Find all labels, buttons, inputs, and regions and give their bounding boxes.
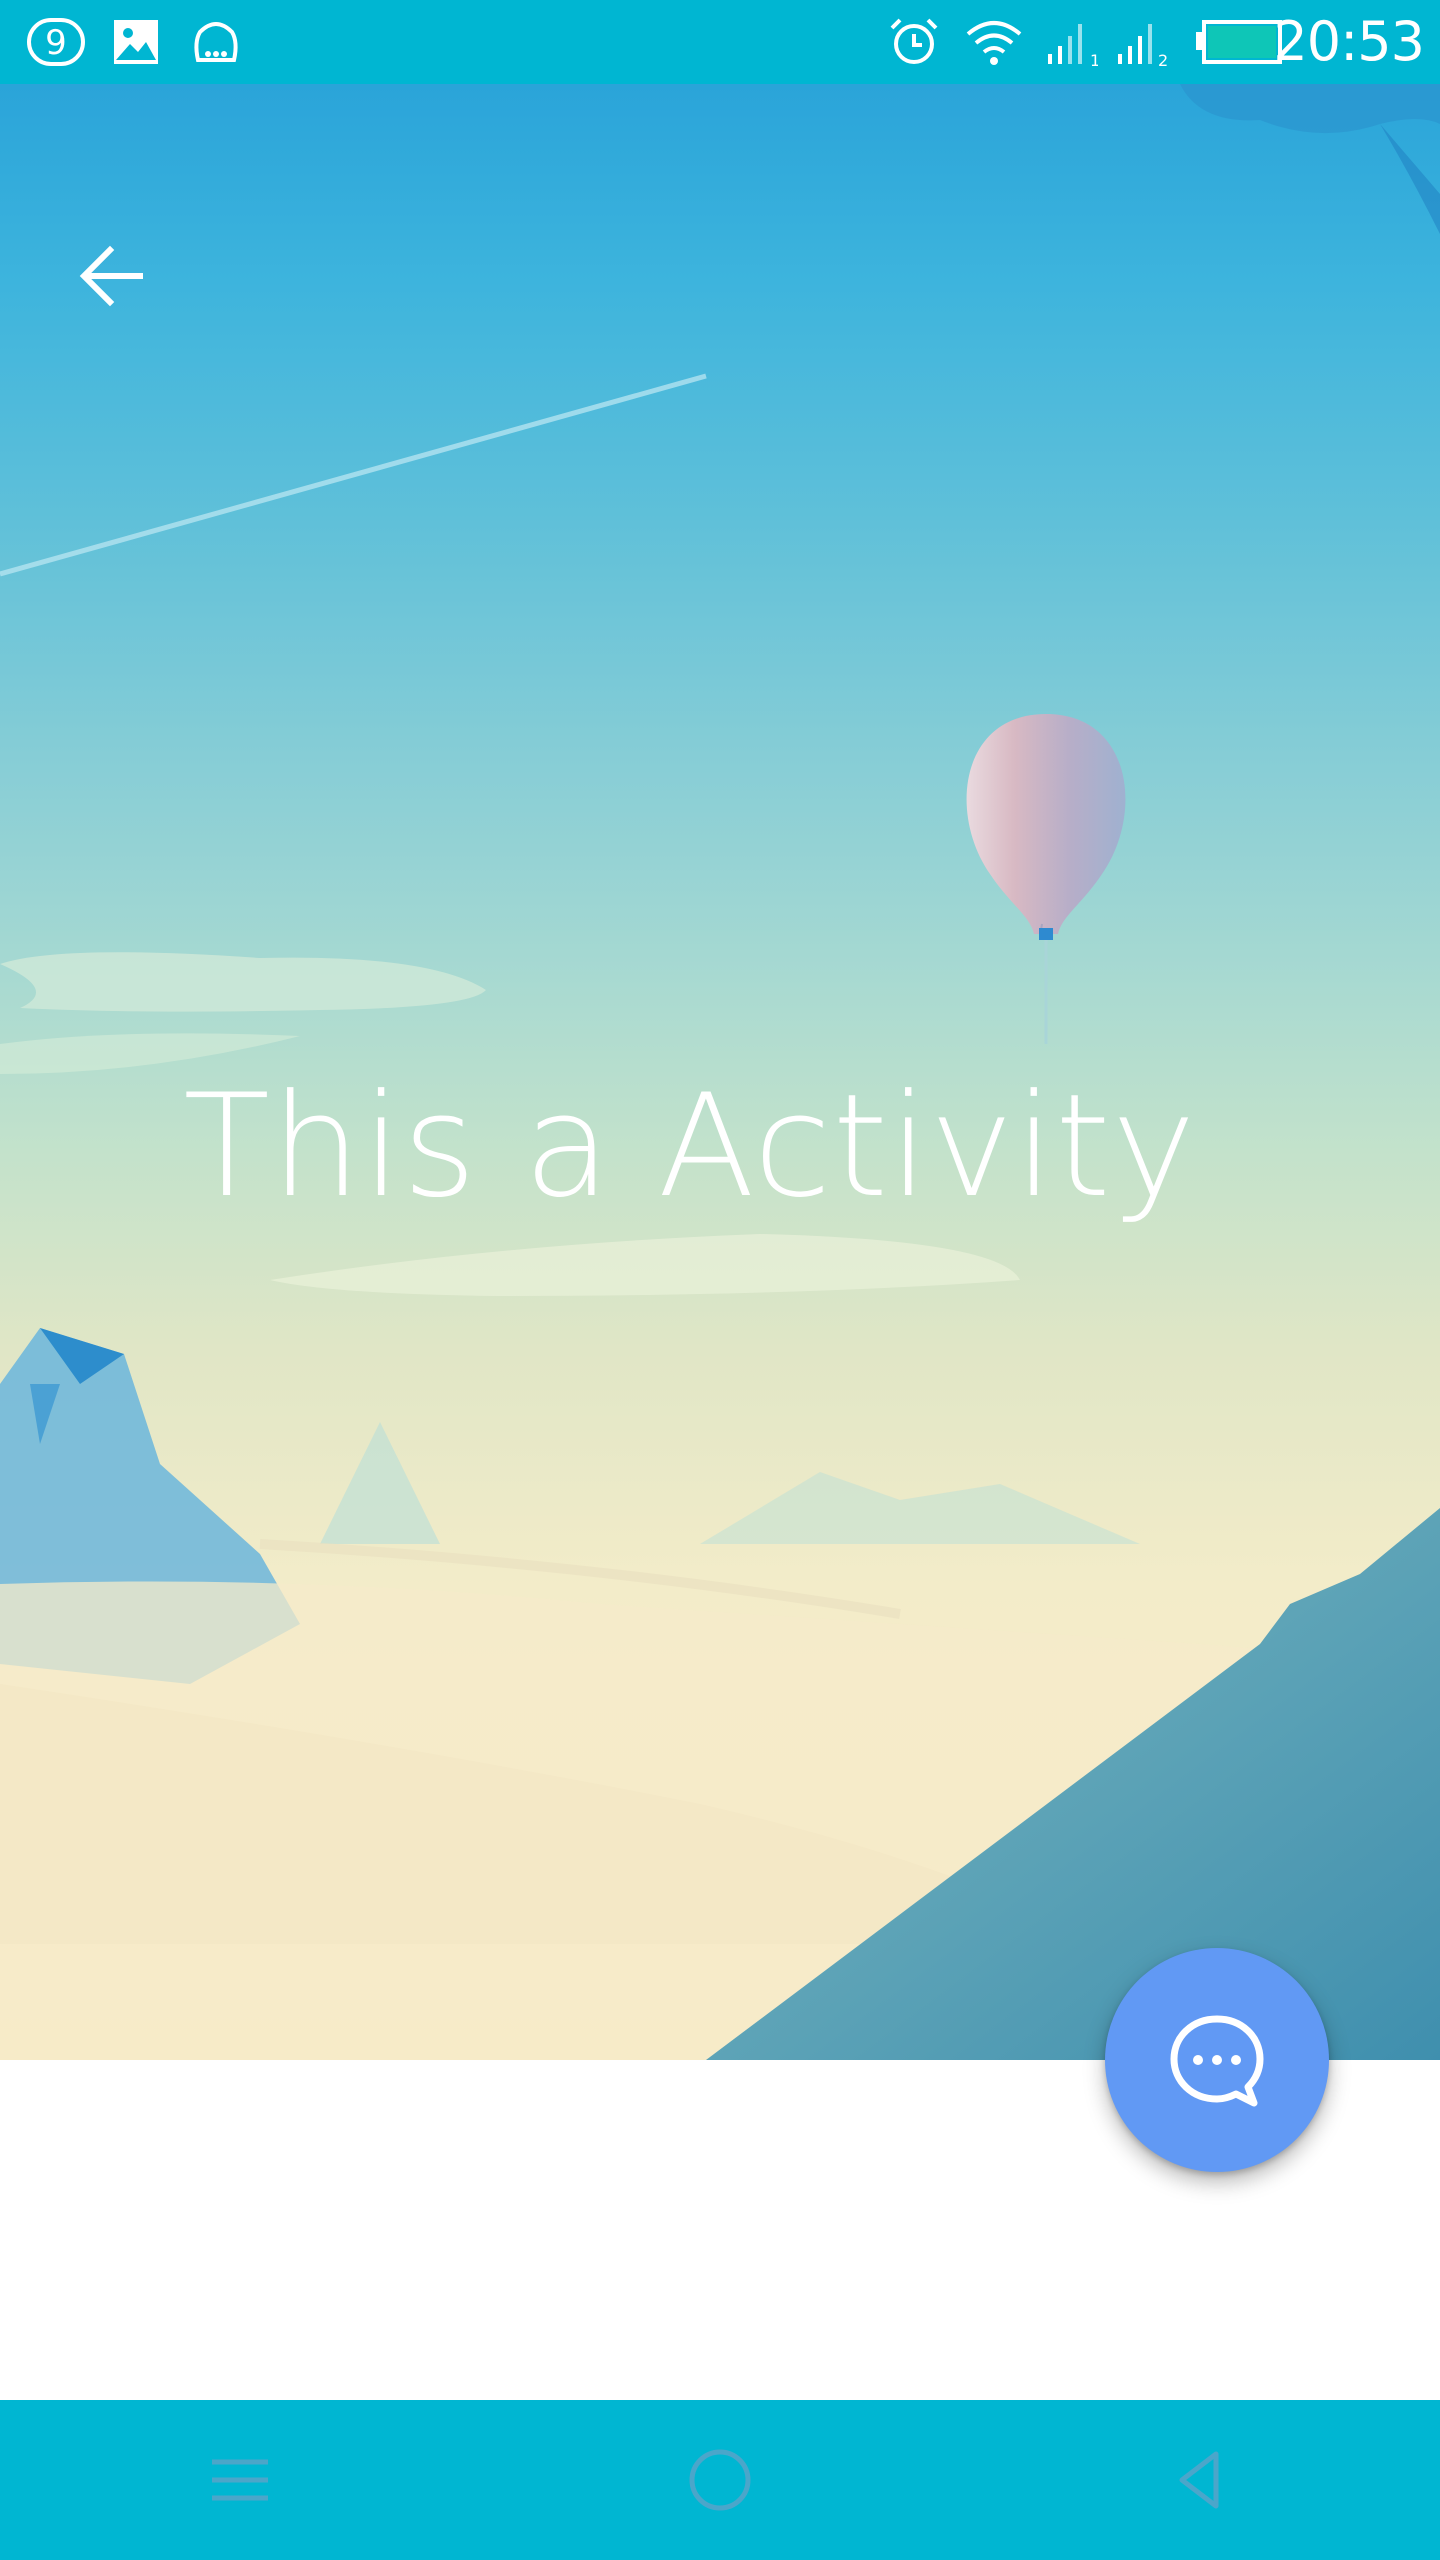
notification-count-icon: 9 <box>27 18 85 66</box>
battery-icon <box>1196 20 1282 64</box>
menu-button[interactable] <box>200 2440 280 2520</box>
svg-text:2: 2 <box>1158 51 1168 68</box>
image-icon <box>114 20 158 64</box>
wifi-icon <box>966 21 1022 65</box>
home-icon <box>689 2449 751 2511</box>
signal-2-icon: 2 <box>1118 24 1168 68</box>
notification-count: 9 <box>45 23 67 63</box>
navigation-bar <box>0 2400 1440 2560</box>
arrow-left-icon <box>79 245 143 307</box>
chat-fab-button[interactable] <box>1105 1948 1329 2172</box>
svg-text:1: 1 <box>1090 51 1098 68</box>
hero-banner: This a Activity <box>0 84 1440 2060</box>
chat-bubble-icon <box>1170 2015 1264 2107</box>
status-bar: 9 1 2 20:53 <box>0 0 1440 84</box>
status-time: 20:53 <box>1273 10 1425 73</box>
back-button[interactable] <box>64 228 160 324</box>
back-triangle-icon <box>1179 2451 1219 2509</box>
alarm-icon <box>890 18 938 64</box>
signal-1-icon: 1 <box>1048 24 1098 68</box>
chat-bubble-icon <box>194 22 238 62</box>
menu-icon <box>212 2459 268 2501</box>
home-button[interactable] <box>680 2440 760 2520</box>
back-nav-button[interactable] <box>1160 2440 1240 2520</box>
page-title: This a Activity <box>183 1064 1197 1229</box>
